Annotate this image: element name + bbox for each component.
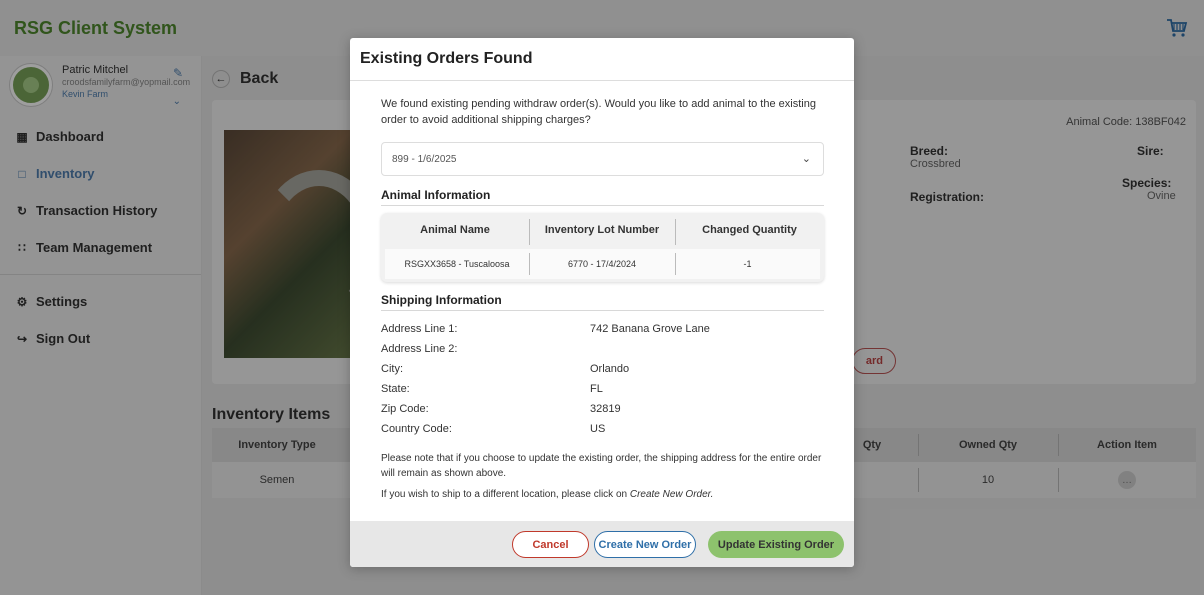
table-header: Animal Name Inventory Lot Number Changed… — [381, 213, 824, 247]
shipping-row-state: State: FL — [381, 380, 824, 400]
create-new-order-link: Create New Order. — [629, 489, 714, 500]
shipping-key: Country Code: — [381, 423, 452, 435]
shipping-row-address-1: Address Line 1: 742 Banana Grove Lane — [381, 320, 824, 340]
create-new-order-button[interactable]: Create New Order — [594, 531, 696, 558]
modal-title: Existing Orders Found — [360, 50, 533, 67]
new-order-note-text: If you wish to ship to a different locat… — [381, 489, 630, 500]
shipping-key: Zip Code: — [381, 403, 429, 415]
shipping-note: Please note that if you choose to update… — [381, 453, 822, 479]
cell-animal-name: RSGXX3658 - Tuscaloosa — [404, 259, 510, 269]
order-select[interactable]: 899 - 1/6/2025 ⌄ — [381, 142, 824, 176]
shipping-key: State: — [381, 383, 410, 395]
cancel-button[interactable]: Cancel — [512, 531, 589, 558]
animal-information-title: Animal Information — [381, 188, 491, 202]
shipping-row-zip: Zip Code: 32819 — [381, 400, 824, 420]
header-inventory-lot: Inventory Lot Number — [544, 224, 660, 236]
cell-changed-quantity: -1 — [743, 259, 752, 269]
existing-orders-modal: Existing Orders Found We found existing … — [350, 38, 854, 567]
shipping-value: FL — [590, 383, 603, 395]
shipping-row-country: Country Code: US — [381, 420, 824, 440]
shipping-key: Address Line 1: — [381, 323, 458, 335]
animal-table: Animal Name Inventory Lot Number Changed… — [381, 213, 824, 282]
header-changed-quantity: Changed Quantity — [702, 224, 797, 236]
order-select-value: 899 - 1/6/2025 — [392, 153, 457, 165]
header-animal-name: Animal Name — [420, 224, 490, 236]
divider — [381, 205, 824, 206]
shipping-info-list: Address Line 1: 742 Banana Grove Lane Ad… — [381, 320, 824, 440]
shipping-row-address-2: Address Line 2: — [381, 340, 824, 360]
shipping-row-city: City: Orlando — [381, 360, 824, 380]
chevron-down-icon: ⌄ — [801, 153, 811, 165]
update-existing-order-button[interactable]: Update Existing Order — [708, 531, 844, 558]
shipping-value: Orlando — [590, 363, 630, 375]
new-order-note: If you wish to ship to a different locat… — [381, 489, 831, 500]
modal-intro-text: We found existing pending withdraw order… — [381, 98, 816, 126]
shipping-value: 32819 — [590, 403, 621, 415]
modal-footer: Cancel Create New Order Update Existing … — [350, 521, 854, 567]
shipping-value: 742 Banana Grove Lane — [590, 323, 710, 335]
shipping-information-title: Shipping Information — [381, 293, 502, 307]
shipping-value: US — [590, 423, 606, 435]
shipping-key: City: — [381, 363, 403, 375]
table-row: RSGXX3658 - Tuscaloosa 6770 - 17/4/2024 … — [385, 249, 820, 279]
divider — [381, 310, 824, 311]
shipping-key: Address Line 2: — [381, 343, 458, 355]
cell-inventory-lot: 6770 - 17/4/2024 — [567, 259, 637, 269]
divider — [350, 80, 854, 81]
